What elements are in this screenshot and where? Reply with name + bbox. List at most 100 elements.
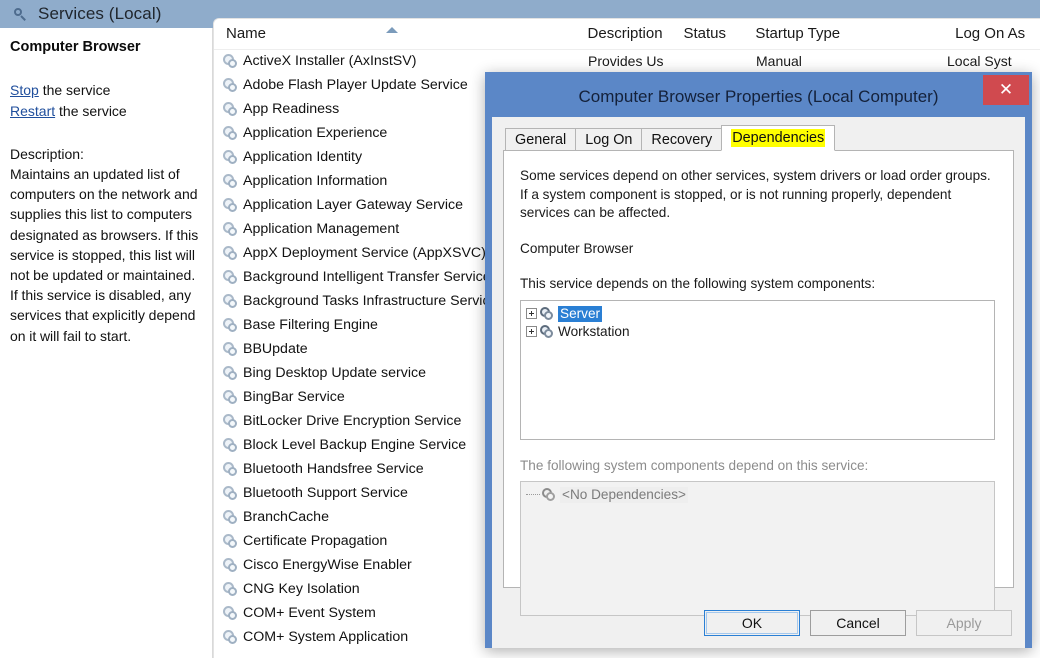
computer-browser-properties-dialog: Computer Browser Properties (Local Compu… — [485, 72, 1032, 648]
tree-item[interactable]: Workstation — [526, 323, 994, 341]
service-list-row[interactable]: ActiveX Installer (AxInstSV) — [214, 49, 574, 73]
list-column-headers: Name Description Status Startup Type Log… — [214, 19, 1040, 50]
service-name-label: Bluetooth Support Service — [243, 485, 408, 501]
magnifier-icon — [12, 6, 28, 22]
stop-service-link[interactable]: Stop — [10, 82, 39, 98]
tab-recovery-label: Recovery — [651, 132, 713, 148]
column-header-status[interactable]: Status — [671, 19, 743, 49]
service-name-label: BitLocker Drive Encryption Service — [243, 413, 462, 429]
service-name-label: CNG Key Isolation — [243, 581, 360, 597]
service-name-label: BBUpdate — [243, 341, 308, 357]
service-gear-icon — [540, 324, 554, 339]
restart-service-link[interactable]: Restart — [10, 103, 55, 119]
description-label: Description: — [10, 146, 84, 162]
service-name-label: Application Management — [243, 221, 400, 237]
stop-service-action[interactable]: Stop the service — [10, 80, 202, 101]
console-title: Services (Local) — [38, 4, 162, 23]
expand-plus-icon[interactable] — [526, 326, 537, 337]
service-gear-icon — [223, 341, 238, 357]
service-name-label: Background Tasks Infrastructure Service — [243, 293, 498, 309]
service-name-label: BranchCache — [243, 509, 329, 525]
description-text: Maintains an updated list of computers o… — [10, 166, 199, 344]
services-console-window: Services (Local) Computer Browser Stop t… — [0, 0, 1040, 658]
tab-log-on[interactable]: Log On — [575, 128, 643, 151]
dialog-body: General Log On Recovery Dependencies Som… — [492, 117, 1025, 648]
dialog-tabstrip: General Log On Recovery Dependencies — [505, 125, 1014, 151]
service-gear-icon — [223, 509, 238, 525]
partial-service-row[interactable]: Provides Us Manual Local Syst — [576, 49, 1040, 73]
service-gear-icon — [223, 413, 238, 429]
service-gear-icon — [223, 533, 238, 549]
service-name-label: Application Identity — [243, 149, 363, 165]
service-gear-icon — [223, 125, 238, 141]
restart-service-action[interactable]: Restart the service — [10, 101, 202, 122]
service-name-label: AppX Deployment Service (AppXSVC) — [243, 245, 486, 261]
apply-button: Apply — [916, 610, 1012, 636]
service-name-label: Background Intelligent Transfer Service — [243, 269, 491, 285]
service-name-label: COM+ System Application — [243, 629, 409, 645]
service-name-label: Block Level Backup Engine Service — [243, 437, 467, 453]
service-detail-pane: Computer Browser Stop the service Restar… — [0, 28, 213, 658]
service-gear-icon — [223, 149, 238, 165]
partial-row-description: Provides Us — [588, 53, 664, 69]
tree-item-label: <No Dependencies> — [560, 487, 688, 503]
service-gear-icon — [223, 461, 238, 477]
service-gear-icon — [223, 437, 238, 453]
dependencies-intro-text: Some services depend on other services, … — [520, 168, 991, 220]
service-gear-icon — [223, 365, 238, 381]
column-header-description[interactable]: Description — [576, 19, 672, 49]
service-gear-icon — [223, 245, 238, 261]
service-gear-icon — [223, 485, 238, 501]
cancel-button[interactable]: Cancel — [810, 610, 906, 636]
tab-dependencies[interactable]: Dependencies — [721, 125, 836, 151]
service-gear-icon — [542, 488, 556, 502]
dialog-button-row: OK Cancel Apply — [704, 610, 1012, 636]
tab-general-label: General — [515, 132, 567, 148]
dialog-service-name: Computer Browser — [520, 240, 634, 256]
console-title-group: Services (Local) — [0, 0, 161, 28]
service-name-label: ActiveX Installer (AxInstSV) — [243, 53, 417, 69]
tab-log-on-label: Log On — [585, 132, 633, 148]
service-name-label: Adobe Flash Player Update Service — [243, 77, 468, 93]
dependencies-tab-panel: Some services depend on other services, … — [503, 150, 1014, 616]
expand-plus-icon[interactable] — [526, 308, 537, 319]
tree-item-label: Workstation — [558, 323, 630, 339]
detail-service-title: Computer Browser — [10, 39, 141, 55]
service-gear-icon — [223, 581, 238, 597]
service-gear-icon — [223, 197, 238, 213]
service-gear-icon — [223, 173, 238, 189]
service-name-label: COM+ Event System — [243, 605, 376, 621]
depends-on-label: This service depends on the following sy… — [520, 276, 876, 291]
service-name-label: Cisco EnergyWise Enabler — [243, 557, 412, 573]
service-gear-icon — [223, 101, 238, 117]
tree-item[interactable]: Server — [526, 305, 994, 323]
dependents-label: The following system components depend o… — [520, 457, 869, 473]
service-name-label: Bluetooth Handsfree Service — [243, 461, 424, 477]
tab-general[interactable]: General — [505, 128, 577, 151]
column-header-log-on-as[interactable]: Log On As — [943, 19, 1040, 49]
restart-service-suffix: the service — [55, 103, 127, 119]
service-gear-icon — [223, 53, 238, 69]
tree-connector-line — [526, 494, 540, 496]
dialog-titlebar[interactable]: Computer Browser Properties (Local Compu… — [492, 75, 1029, 117]
dialog-title: Computer Browser Properties (Local Compu… — [578, 87, 939, 106]
service-gear-icon — [223, 77, 238, 93]
service-name-label: Application Information — [243, 173, 388, 189]
service-gear-icon — [540, 306, 554, 321]
service-gear-icon — [223, 317, 238, 333]
tree-item-label: Server — [558, 305, 603, 322]
service-name-label: Bing Desktop Update service — [243, 365, 426, 381]
ok-button[interactable]: OK — [704, 610, 800, 636]
service-name-label: Application Layer Gateway Service — [243, 197, 464, 213]
service-name-label: Application Experience — [243, 125, 388, 141]
close-icon[interactable]: ✕ — [983, 75, 1029, 105]
service-gear-icon — [223, 293, 238, 309]
service-gear-icon — [223, 389, 238, 405]
service-gear-icon — [223, 221, 238, 237]
column-header-name[interactable]: Name — [214, 19, 576, 49]
stop-service-suffix: the service — [38, 82, 111, 98]
column-header-startup-type[interactable]: Startup Type — [743, 19, 943, 49]
tab-recovery[interactable]: Recovery — [641, 128, 723, 151]
service-gear-icon — [223, 605, 238, 621]
depends-on-tree[interactable]: Server Workstation — [520, 299, 995, 440]
